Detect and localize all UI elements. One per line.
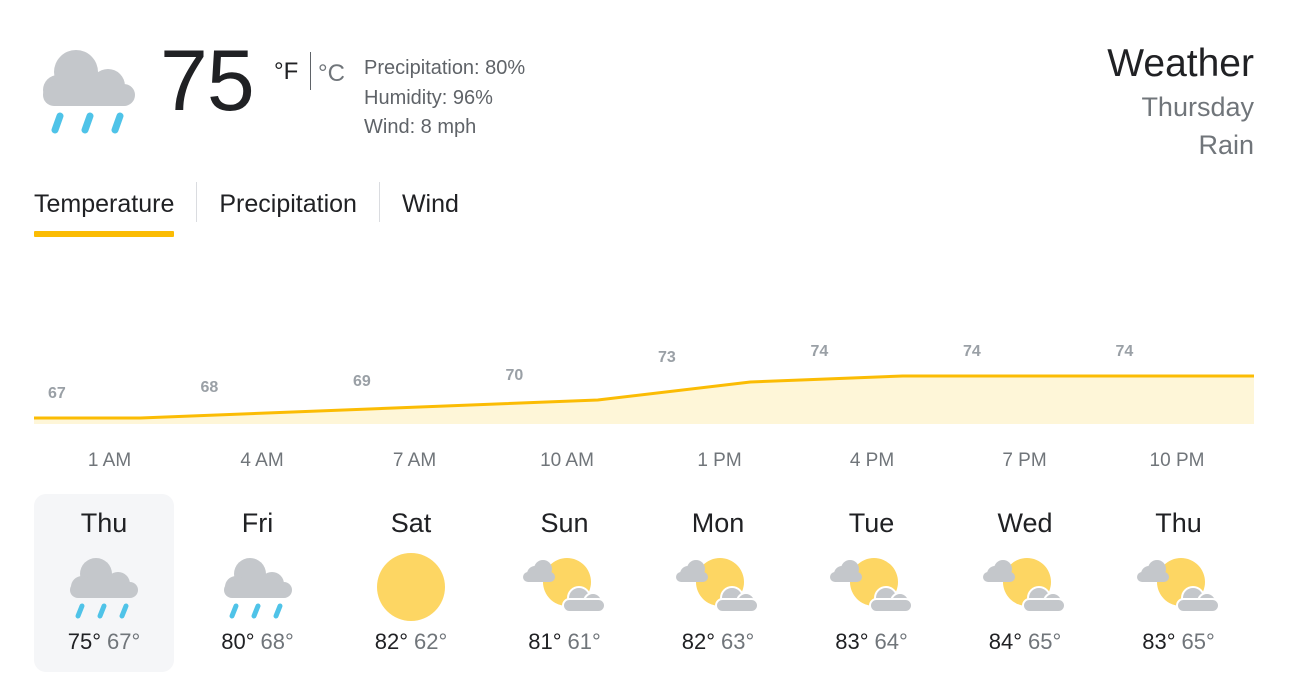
- forecast-temps: 81° 61°: [495, 628, 635, 656]
- forecast-high: 82°: [374, 629, 408, 654]
- temperature-point-label: 68: [201, 379, 219, 396]
- forecast-day-1[interactable]: Fri 80° 68°: [188, 494, 328, 672]
- forecast-day-3[interactable]: Sun 81° 61°: [495, 494, 635, 672]
- temperature-point-label: 69: [353, 373, 371, 390]
- rain-icon: [43, 50, 135, 134]
- forecast-day-7[interactable]: Thu 83° 65°: [1109, 494, 1249, 672]
- time-axis-label: 1 PM: [697, 450, 742, 471]
- forecast-high: 80°: [221, 629, 255, 654]
- forecast-day-0[interactable]: Thu 75° 67°: [34, 494, 174, 672]
- unit-celsius-toggle[interactable]: °C: [318, 60, 345, 88]
- forecast-temps: 83° 65°: [1109, 628, 1249, 656]
- temperature-point-label: 67: [48, 385, 66, 402]
- forecast-high: 83°: [835, 629, 869, 654]
- forecast-low: 68°: [260, 629, 294, 654]
- forecast-temps: 83° 64°: [802, 628, 942, 656]
- time-axis-label: 4 AM: [240, 450, 284, 471]
- forecast-day-4[interactable]: Mon 82° 63°: [648, 494, 788, 672]
- time-axis-label: 10 PM: [1149, 450, 1205, 471]
- temperature-point-label: 70: [506, 367, 524, 384]
- forecast-high: 81°: [528, 629, 562, 654]
- forecast-temps: 82° 63°: [648, 628, 788, 656]
- forecast-high: 82°: [681, 629, 715, 654]
- unit-divider: [310, 52, 311, 90]
- forecast-high: 83°: [1142, 629, 1176, 654]
- time-axis-label: 10 AM: [540, 450, 594, 471]
- temperature-chart-svg: 67 68 69 70 73 74 74 74: [34, 343, 1254, 424]
- rain-icon: [223, 558, 292, 619]
- partly-cloudy-icon: [522, 558, 606, 613]
- forecast-day-name: Sat: [390, 508, 432, 538]
- tab-divider: [196, 182, 198, 222]
- forecast-low: 65°: [1028, 629, 1062, 654]
- partly-cloudy-icon: [983, 558, 1066, 613]
- precipitation-detail: Precipitation: 80%: [364, 57, 526, 79]
- rain-icon: [70, 558, 138, 619]
- forecast-temps: 84° 65°: [955, 628, 1095, 656]
- temperature-point-label: 74: [1116, 343, 1134, 360]
- time-axis-label: 7 PM: [1002, 450, 1047, 471]
- forecast-day-name: Fri: [241, 508, 274, 538]
- partly-cloudy-icon: [829, 558, 913, 613]
- forecast-day-name: Mon: [691, 508, 745, 538]
- tab-divider: [378, 182, 380, 222]
- partly-cloudy-icon: [676, 558, 759, 613]
- weather-condition: Rain: [1198, 130, 1254, 160]
- forecast-low: 61°: [567, 629, 601, 654]
- humidity-detail: Humidity: 96%: [364, 86, 493, 109]
- unit-fahrenheit-toggle[interactable]: °F: [274, 58, 298, 86]
- forecast-day-2[interactable]: Sat 82° 62°: [341, 494, 481, 672]
- weather-title: Weather: [1107, 42, 1254, 85]
- tab-precipitation[interactable]: Precipitation: [219, 182, 357, 238]
- time-axis-label: 1 AM: [87, 450, 132, 471]
- forecast-low: 65°: [1181, 629, 1215, 654]
- temperature-point-label: 73: [658, 349, 676, 366]
- partly-cloudy-icon: [1136, 558, 1220, 613]
- forecast-day-name: Thu: [80, 508, 128, 538]
- forecast-low: 64°: [874, 629, 908, 654]
- forecast-temps: 82° 62°: [341, 628, 481, 656]
- current-details: Precipitation: 80% Humidity: 96% Wind: 8…: [364, 54, 525, 143]
- current-temperature: 75: [160, 33, 255, 129]
- forecast-temps: 80° 68°: [188, 628, 328, 656]
- forecast-high: 84°: [988, 629, 1022, 654]
- chart-tabs: Temperature Precipitation Wind: [34, 182, 459, 240]
- weather-header: Weather Thursday Rain: [1107, 40, 1254, 164]
- forecast-day-6[interactable]: Wed 84° 65°: [955, 494, 1095, 672]
- weather-day: Thursday: [1141, 92, 1254, 122]
- sun-icon: [377, 553, 445, 621]
- forecast-low: 63°: [721, 629, 755, 654]
- forecast-day-name: Wed: [997, 508, 1053, 538]
- time-axis-label: 4 PM: [849, 450, 895, 471]
- wind-detail: Wind: 8 mph: [364, 116, 477, 138]
- forecast-day-name: Sun: [540, 508, 589, 538]
- forecast-day-name: Thu: [1155, 508, 1202, 538]
- time-axis-label: 7 AM: [392, 450, 437, 471]
- forecast-day-name: Tue: [848, 508, 895, 538]
- tab-temperature[interactable]: Temperature: [34, 182, 175, 238]
- daily-forecast: Thu 75° 67° Fri 80° 68° Sat 82° 62° Sun 81° 61° Mon 8…: [34, 494, 1262, 672]
- forecast-low: 67°: [107, 629, 141, 654]
- temperature-point-label: 74: [963, 343, 981, 360]
- temperature-chart[interactable]: 67 68 69 70 73 74 74 74: [34, 310, 1254, 430]
- forecast-temps: 75° 67°: [34, 628, 174, 656]
- tab-wind[interactable]: Wind: [402, 182, 459, 238]
- forecast-day-5[interactable]: Tue 83° 64°: [802, 494, 942, 672]
- forecast-low: 62°: [414, 629, 448, 654]
- forecast-high: 75°: [67, 629, 101, 654]
- time-axis: 1 AM 4 AM 7 AM 10 AM 1 PM 4 PM 7 PM 10 PM: [34, 450, 1254, 480]
- temperature-point-label: 74: [811, 343, 829, 360]
